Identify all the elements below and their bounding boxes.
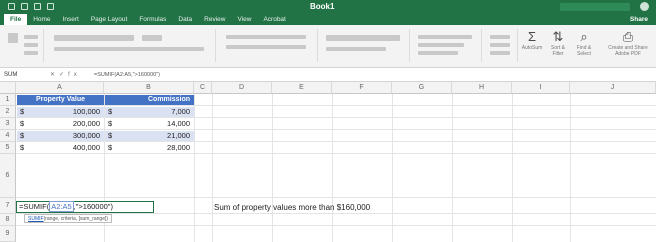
column-header-c[interactable]: C <box>194 82 212 94</box>
table-cell[interactable]: $100,000 <box>17 107 104 117</box>
find-select-icon: ⌕ <box>580 29 588 44</box>
insert-button[interactable] <box>490 35 510 39</box>
note-text[interactable]: Sum of property values more than $160,00… <box>214 203 370 212</box>
autosum-button[interactable]: Σ AutoSum <box>520 29 544 51</box>
paste-icon[interactable] <box>8 33 18 43</box>
styles-group <box>412 29 482 62</box>
active-cell-editor[interactable]: =SUMIF(A2:A5 ,">160000") <box>16 201 154 213</box>
column-header-i[interactable]: I <box>512 82 570 94</box>
autosave-icon[interactable] <box>8 3 15 10</box>
cell-styles-button[interactable] <box>418 51 458 55</box>
table-cell[interactable]: $300,000 <box>17 131 104 141</box>
column-header-b[interactable]: B <box>104 82 194 94</box>
row-header-9[interactable]: 9 <box>0 226 16 242</box>
name-box[interactable]: SUM <box>4 70 44 80</box>
row-header-3[interactable]: 3 <box>0 118 16 130</box>
row-header-2[interactable]: 2 <box>0 106 16 118</box>
table-cell[interactable]: $200,000 <box>17 119 104 129</box>
account-icon[interactable] <box>640 2 649 11</box>
number-group <box>320 29 410 62</box>
column-header-g[interactable]: G <box>392 82 452 94</box>
column-header-a[interactable]: A <box>16 82 104 94</box>
range-reference: A2:A5 <box>49 201 74 212</box>
tab-formulas[interactable]: Formulas <box>133 14 172 25</box>
tab-home[interactable]: Home <box>27 14 56 25</box>
create-pdf-icon: ⎙ <box>622 29 634 44</box>
cells-group <box>484 29 518 62</box>
delete-button[interactable] <box>490 43 510 47</box>
font-size-box[interactable] <box>142 35 162 41</box>
header-cell-commission[interactable]: Commission <box>105 95 194 105</box>
conditional-formatting-button[interactable] <box>418 35 472 39</box>
title-bar: Book1 <box>0 0 656 14</box>
row-header-8[interactable]: 8 <box>0 214 16 226</box>
ribbon-tabs: File Home Insert Page Layout Formulas Da… <box>0 14 656 25</box>
formula-bar-icons: ✕✓fx <box>50 70 81 80</box>
tab-review[interactable]: Review <box>198 14 231 25</box>
sum-icon: Σ <box>527 29 537 44</box>
tab-data[interactable]: Data <box>172 14 198 25</box>
column-header-f[interactable]: F <box>332 82 392 94</box>
formula-input[interactable]: =SUMIF(A2:A5,">160000") <box>94 70 160 80</box>
font-name-box[interactable] <box>54 35 134 41</box>
format-button[interactable] <box>490 51 510 55</box>
font-group <box>46 29 216 62</box>
clipboard-group <box>2 29 44 62</box>
row-header-5[interactable]: 5 <box>0 142 16 154</box>
row-header-4[interactable]: 4 <box>0 130 16 142</box>
find-select-button[interactable]: ⌕ Find & Select <box>572 29 596 57</box>
tab-acrobat[interactable]: Acrobat <box>257 14 291 25</box>
row-header-1[interactable]: 1 <box>0 94 16 106</box>
save-icon[interactable] <box>21 3 28 10</box>
share-button[interactable]: Share <box>630 14 648 25</box>
enter-icon[interactable]: ✓ <box>59 72 68 78</box>
document-title: Book1 <box>310 2 335 11</box>
function-tooltip: SUMIF(range, criteria, [sum_range]) <box>24 214 113 223</box>
row-header-7[interactable]: 7 <box>0 198 16 214</box>
create-pdf-button[interactable]: ⎙ Create and Share Adobe PDF <box>606 29 650 57</box>
column-header-d[interactable]: D <box>212 82 272 94</box>
table-cell[interactable]: $7,000 <box>105 107 194 117</box>
insert-function-icon[interactable]: fx <box>68 72 81 78</box>
sort-filter-icon: ⇅ <box>552 29 564 44</box>
number-format-box[interactable] <box>326 35 400 41</box>
formula-bar: SUM ✕✓fx =SUMIF(A2:A5,">160000") <box>0 68 656 82</box>
table-cell[interactable]: $28,000 <box>105 143 194 153</box>
column-header-j[interactable]: J <box>570 82 656 94</box>
cancel-icon[interactable]: ✕ <box>50 72 59 78</box>
tab-page-layout[interactable]: Page Layout <box>85 14 134 25</box>
quick-access-toolbar <box>8 3 54 10</box>
column-header-h[interactable]: H <box>452 82 512 94</box>
table-cell[interactable]: $14,000 <box>105 119 194 129</box>
tell-me-search[interactable] <box>560 3 630 11</box>
table-cell[interactable]: $21,000 <box>105 131 194 141</box>
sort-filter-button[interactable]: ⇅ Sort & Filter <box>546 29 570 57</box>
tab-insert[interactable]: Insert <box>57 14 85 25</box>
function-help-link[interactable]: SUMIF <box>28 216 44 222</box>
undo-icon[interactable] <box>34 3 41 10</box>
table-cell[interactable]: $400,000 <box>17 143 104 153</box>
column-header-e[interactable]: E <box>272 82 332 94</box>
alignment-group <box>218 29 318 62</box>
tab-view[interactable]: View <box>231 14 257 25</box>
header-cell-property-value[interactable]: Property Value <box>17 95 104 105</box>
format-as-table-button[interactable] <box>418 43 464 47</box>
tab-file[interactable]: File <box>4 14 28 25</box>
ribbon-home: Σ AutoSum ⇅ Sort & Filter ⌕ Find & Selec… <box>0 25 656 68</box>
row-header-6[interactable]: 6 <box>0 154 16 198</box>
redo-icon[interactable] <box>47 3 54 10</box>
select-all-corner[interactable] <box>0 82 16 94</box>
